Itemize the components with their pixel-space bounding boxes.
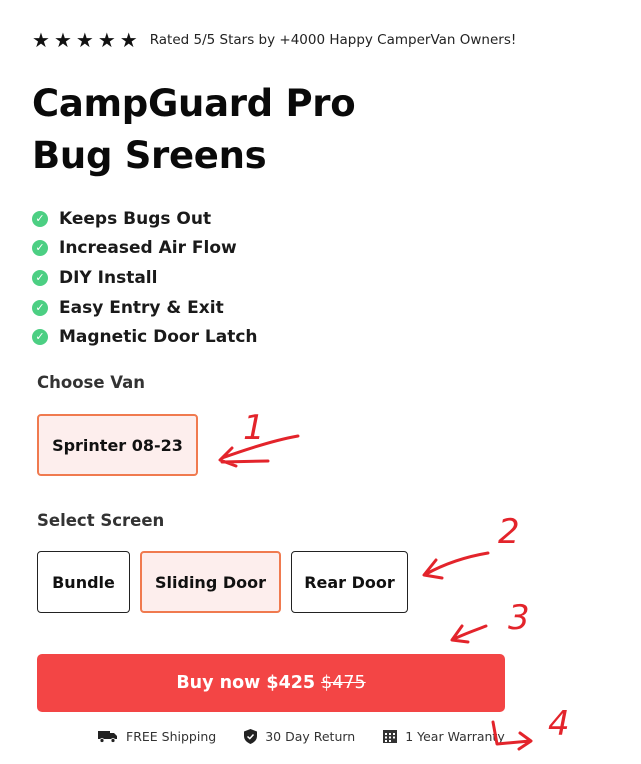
product-title-line1: CampGuard Pro <box>32 82 356 125</box>
star-icon: ★ <box>32 28 50 52</box>
feature-item: ✓ Easy Entry & Exit <box>32 293 258 323</box>
buy-now-button[interactable]: Buy now $425 $475 <box>37 654 505 712</box>
check-circle-icon: ✓ <box>32 240 48 257</box>
feature-label: Magnetic Door Latch <box>59 327 258 348</box>
buy-label: Buy now <box>176 673 261 693</box>
check-circle-icon: ✓ <box>32 269 48 286</box>
trust-badges: FREE Shipping 30 Day Return 1 Year Warra… <box>98 725 533 747</box>
buy-old-price: $475 <box>321 673 366 693</box>
screen-option-bundle[interactable]: Bundle <box>37 551 130 613</box>
check-circle-icon: ✓ <box>32 299 48 316</box>
feature-label: DIY Install <box>59 267 158 288</box>
feature-label: Keeps Bugs Out <box>59 208 212 229</box>
annotation-number-1: 1 <box>243 408 265 448</box>
rating-bar: ★ ★ ★ ★ ★ Rated 5/5 Stars by +4000 Happy… <box>32 28 516 52</box>
feature-label: Easy Entry & Exit <box>59 297 224 318</box>
feature-item: ✓ Keeps Bugs Out <box>32 204 258 234</box>
trust-item-return: 30 Day Return <box>244 728 356 744</box>
trust-item-shipping: FREE Shipping <box>98 729 216 744</box>
star-icon: ★ <box>75 28 94 52</box>
calendar-icon <box>383 730 398 743</box>
rating-text: Rated 5/5 Stars by +4000 Happy CamperVan… <box>149 32 517 48</box>
feature-item: ✓ DIY Install <box>32 263 258 293</box>
star-icon: ★ <box>119 28 138 52</box>
truck-icon <box>98 730 117 743</box>
check-circle-icon: ✓ <box>32 210 48 227</box>
trust-text: 1 Year Warranty <box>405 728 505 744</box>
check-circle-icon: ✓ <box>32 329 48 346</box>
feature-item: ✓ Increased Air Flow <box>32 234 258 264</box>
annotation-arrow-3 <box>450 624 488 644</box>
screen-option-sliding-door[interactable]: Sliding Door <box>140 551 281 613</box>
shield-icon <box>244 728 258 744</box>
star-icon: ★ <box>97 28 116 52</box>
choose-van-label: Choose Van <box>37 373 146 392</box>
screen-option-rear-door[interactable]: Rear Door <box>291 551 408 613</box>
trust-text: 30 Day Return <box>265 728 356 744</box>
annotation-number-3: 3 <box>508 598 530 638</box>
annotation-number-4: 4 <box>548 704 570 744</box>
annotation-arrow-2 <box>422 551 490 580</box>
star-rating: ★ ★ ★ ★ ★ <box>32 30 138 50</box>
feature-item: ✓ Magnetic Door Latch <box>32 322 258 352</box>
feature-list: ✓ Keeps Bugs Out ✓ Increased Air Flow ✓ … <box>32 204 258 352</box>
feature-label: Increased Air Flow <box>59 238 237 259</box>
select-screen-label: Select Screen <box>37 511 165 530</box>
product-title: CampGuard Pro Bug Sreens <box>32 78 356 182</box>
trust-item-warranty: 1 Year Warranty <box>383 729 505 744</box>
star-icon: ★ <box>53 28 72 52</box>
trust-text: FREE Shipping <box>126 728 217 744</box>
product-title-line2: Bug Sreens <box>32 134 267 177</box>
buy-price: $425 <box>266 673 316 693</box>
van-option-sprinter[interactable]: Sprinter 08-23 <box>37 414 198 476</box>
annotation-number-2: 2 <box>498 512 520 552</box>
